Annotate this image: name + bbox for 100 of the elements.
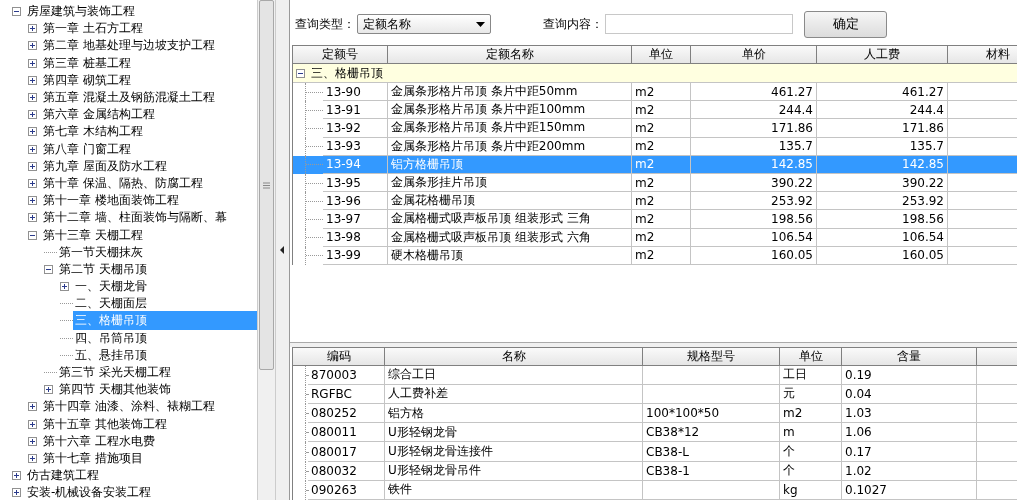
scroll-thumb[interactable]: [259, 0, 274, 370]
tree-item[interactable]: 第三节 采光天棚工程: [57, 363, 173, 383]
expand-icon[interactable]: [28, 75, 37, 85]
tree-item[interactable]: 第二章 地基处理与边坡支护工程: [41, 36, 217, 56]
unit-cell: m2: [632, 101, 691, 120]
expand-icon[interactable]: [28, 178, 37, 188]
code-cell: 080032: [308, 461, 385, 481]
expand-icon[interactable]: [28, 24, 37, 34]
tree-item[interactable]: 第四章 砌筑工程: [41, 70, 133, 90]
name-cell: 铝方格栅吊顶: [388, 155, 632, 174]
name-cell: 金属条形格片吊顶 条片中距200mm: [388, 137, 632, 156]
price-cell: 135.7: [691, 137, 817, 156]
amount-cell: 0.04: [842, 384, 977, 405]
tree-item[interactable]: 一、天棚龙骨: [73, 277, 149, 297]
unit-cell: 个: [780, 442, 842, 462]
tree-item[interactable]: 第四节 天棚其他装饰: [57, 380, 173, 400]
code-cell: 870003: [308, 365, 385, 385]
table-row[interactable]: 13-97 金属格栅式吸声板吊顶 组装形式 三角 m2 198.56 198.56: [293, 210, 1017, 229]
tree-item[interactable]: 第十二章 墙、柱面装饰与隔断、幕: [41, 208, 229, 228]
expand-icon[interactable]: [28, 144, 37, 154]
column-header[interactable]: 单位: [632, 45, 691, 64]
column-header[interactable]: 定额号: [293, 45, 388, 64]
table-row[interactable]: 13-91 金属条形格片吊顶 条片中距100mm m2 244.4 244.4: [293, 101, 1017, 120]
expand-icon[interactable]: [12, 471, 21, 481]
confirm-button[interactable]: 确定: [804, 10, 887, 38]
expand-icon[interactable]: [28, 213, 37, 223]
column-header[interactable]: 定额名称: [388, 45, 632, 64]
amount-cell: 1.06: [842, 423, 977, 443]
table-row[interactable]: 13-96 金属花格栅吊顶 m2 253.92 253.92: [293, 192, 1017, 211]
expand-icon[interactable]: [44, 385, 53, 395]
table-row[interactable]: 13-98 金属格栅式吸声板吊顶 组装形式 六角 m2 106.54 106.54: [293, 228, 1017, 247]
tree-item[interactable]: 第十五章 其他装饰工程: [41, 414, 169, 434]
tree-item[interactable]: 五、悬挂吊顶: [73, 345, 149, 365]
labor-cell: 390.22: [817, 173, 948, 193]
amount-cell: 0.17: [842, 442, 977, 462]
table-row[interactable]: 13-92 金属条形格片吊顶 条片中距150mm m2 171.86 171.86: [293, 119, 1017, 138]
name-cell: U形轻钢龙骨: [385, 423, 643, 443]
tree-item[interactable]: 第九章 屋面及防水工程: [41, 156, 169, 176]
unit-cell: m2: [632, 137, 691, 156]
expand-icon[interactable]: [28, 453, 37, 463]
expand-icon[interactable]: [28, 41, 37, 51]
tree-item[interactable]: 第八章 门窗工程: [41, 139, 133, 159]
expand-icon[interactable]: [28, 161, 37, 171]
code-cell: 13-93: [323, 137, 388, 156]
collapse-icon[interactable]: [28, 230, 37, 240]
expand-icon[interactable]: [60, 282, 69, 292]
column-header[interactable]: 材料: [948, 45, 1017, 64]
expand-icon[interactable]: [28, 402, 37, 412]
column-header[interactable]: 单价: [691, 45, 817, 64]
labor-cell: 142.85: [817, 155, 948, 174]
expand-icon[interactable]: [28, 93, 37, 103]
expand-icon[interactable]: [28, 127, 37, 137]
collapse-left-icon[interactable]: [280, 246, 285, 254]
name-cell: 铝方格: [385, 404, 643, 424]
collapse-icon[interactable]: [12, 7, 21, 17]
tree-item[interactable]: 二、天棚面层: [73, 294, 149, 314]
expand-icon[interactable]: [28, 419, 37, 429]
expand-icon[interactable]: [28, 196, 37, 206]
tree-item[interactable]: 房屋建筑与装饰工程: [25, 2, 137, 22]
price-cell: 106.54: [691, 228, 817, 247]
tree-item[interactable]: 第五章 混凝土及钢筋混凝土工程: [41, 88, 217, 108]
tree-item[interactable]: 第十七章 措施项目: [41, 448, 145, 468]
expand-icon[interactable]: [28, 110, 37, 120]
collapse-icon[interactable]: [296, 68, 305, 78]
spec-cell: 100*100*50: [643, 404, 780, 424]
tree-item[interactable]: 第十三章 天棚工程: [41, 225, 145, 245]
expand-icon[interactable]: [28, 436, 37, 446]
query-type-select[interactable]: 定额名称: [357, 14, 491, 34]
unit-cell: m2: [632, 192, 691, 211]
tree-item[interactable]: 第六章 金属结构工程: [41, 105, 157, 125]
tree-item[interactable]: 第十四章 油漆、涂料、裱糊工程: [41, 397, 217, 417]
tree-line: [305, 246, 323, 265]
tree-line: [305, 119, 323, 138]
tree-item[interactable]: 第二节 天棚吊顶: [57, 259, 149, 279]
table-row[interactable]: 13-90 金属条形格片吊顶 条片中距50mm m2 461.27 461.27: [293, 83, 1017, 102]
tree-item[interactable]: 第十六章 工程水电费: [41, 431, 157, 451]
tree-item[interactable]: 安装-机械设备安装工程: [25, 483, 154, 500]
table-row[interactable]: 13-93 金属条形格片吊顶 条片中距200mm m2 135.7 135.7: [293, 137, 1017, 156]
column-header[interactable]: 人工费: [817, 45, 948, 64]
expand-icon[interactable]: [12, 488, 21, 498]
tree-item[interactable]: 第一章 土石方工程: [41, 19, 145, 39]
name-cell: 人工费补差: [385, 384, 643, 405]
tree-item[interactable]: 仿古建筑工程: [25, 466, 101, 486]
table-row[interactable]: 13-99 硬木格栅吊顶 m2 160.05 160.05: [293, 246, 1017, 265]
tree-item[interactable]: 第一节天棚抹灰: [57, 242, 145, 262]
unit-cell: m: [780, 423, 842, 443]
tree-item[interactable]: 第三章 桩基工程: [41, 53, 133, 73]
table-row[interactable]: 13-95 金属条形挂片吊顶 m2 390.22 390.22: [293, 173, 1017, 193]
query-content-field[interactable]: [605, 14, 793, 34]
tree-line: [305, 83, 323, 102]
collapse-icon[interactable]: [44, 264, 53, 274]
code-cell: 080252: [308, 404, 385, 424]
tree-item[interactable]: 四、吊筒吊顶: [73, 328, 149, 348]
name-cell: 金属格栅式吸声板吊顶 组装形式 三角: [388, 210, 632, 229]
spec-cell: CB38*12: [643, 423, 780, 443]
tree-item[interactable]: 第十一章 楼地面装饰工程: [41, 191, 181, 211]
scrollbar[interactable]: [258, 0, 275, 500]
tree-item[interactable]: 第十章 保温、隔热、防腐工程: [41, 173, 205, 193]
tree-item[interactable]: 第七章 木结构工程: [41, 122, 145, 142]
expand-icon[interactable]: [28, 58, 37, 68]
